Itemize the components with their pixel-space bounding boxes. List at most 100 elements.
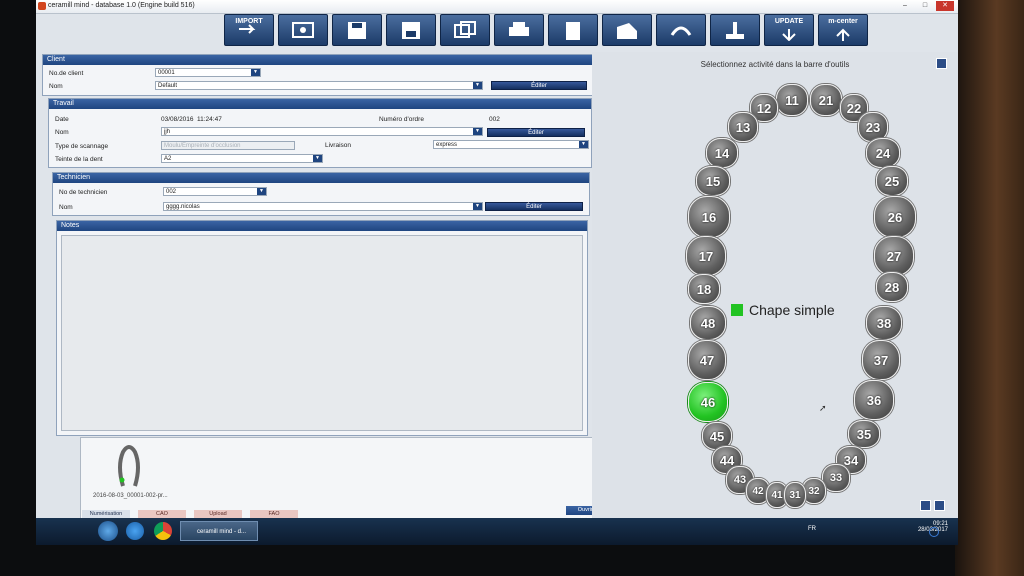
technician-name-value: gggg.nicolas [166, 204, 200, 210]
tab-numerisation[interactable]: Numérisation [82, 510, 130, 518]
tooth-14[interactable]: 14 [706, 138, 738, 168]
scan-photo-button[interactable] [278, 14, 328, 46]
document-icon [566, 22, 580, 40]
chevron-down-icon: ▼ [473, 203, 482, 210]
scan-type-label: Type de scannage [55, 143, 109, 150]
monitor-bezel [955, 0, 1024, 576]
chevron-down-icon: ▼ [473, 82, 482, 89]
tooth-31[interactable]: 31 [784, 482, 806, 508]
document-button[interactable] [548, 14, 598, 46]
internet-explorer-icon[interactable] [126, 522, 144, 540]
window-title: ceramill mind - database 1.0 (Engine bui… [48, 2, 195, 9]
start-button[interactable] [98, 521, 118, 541]
tooth-37[interactable]: 37 [862, 340, 900, 380]
delivery-select[interactable]: express ▼ [433, 140, 589, 149]
tooth-47[interactable]: 47 [688, 340, 726, 380]
tooth-28[interactable]: 28 [876, 272, 908, 302]
legend-swatch [731, 304, 743, 316]
notes-panel: Notes [56, 220, 588, 436]
app-screen: ceramill mind - database 1.0 (Engine bui… [36, 0, 958, 545]
save-button[interactable] [332, 14, 382, 46]
tooth-15[interactable]: 15 [696, 166, 730, 196]
work-date-value: 03/08/2016 [161, 116, 194, 123]
notes-textarea[interactable] [61, 235, 583, 431]
tooth-48[interactable]: 48 [690, 306, 726, 340]
tooth-27[interactable]: 27 [874, 236, 914, 276]
tab-cao[interactable]: CAO [138, 510, 186, 518]
tab-upload[interactable]: Upload [194, 510, 242, 518]
order-number-label: Numéro d'ordre [379, 116, 424, 123]
client-name-label: Nom [49, 83, 63, 90]
delivery-value: express [436, 142, 458, 148]
technician-edit-button[interactable]: Éditer [485, 202, 583, 211]
power-indicator-icon [929, 527, 939, 537]
maximize-button[interactable]: □ [916, 1, 934, 11]
client-edit-button[interactable]: Éditer [491, 81, 587, 90]
technician-name-select[interactable]: gggg.nicolas ▼ [163, 202, 483, 211]
tooth-16[interactable]: 16 [688, 196, 730, 238]
tooth-26[interactable]: 26 [874, 196, 916, 238]
language-indicator[interactable]: FR [808, 526, 816, 532]
minimize-button[interactable]: – [896, 1, 914, 11]
chevron-down-icon: ▼ [257, 188, 266, 195]
legend-label: Chape simple [749, 302, 835, 318]
title-bar: ceramill mind - database 1.0 (Engine bui… [36, 0, 958, 14]
technician-name-label: Nom [59, 204, 73, 211]
tooth-21[interactable]: 21 [810, 84, 842, 116]
window-controls: – □ ✕ [896, 1, 954, 11]
tooth-18[interactable]: 18 [688, 274, 720, 304]
thumbnail-caption: 2016-08-03_00001-002-pr... [93, 493, 168, 499]
taskbar-app-ceramill[interactable]: ceramill mind - d... [180, 521, 258, 541]
client-name-select[interactable]: Default ▼ [155, 81, 483, 90]
save-as-button[interactable] [386, 14, 436, 46]
transfer-button[interactable] [710, 14, 760, 46]
settings-icon[interactable] [934, 500, 945, 511]
printer-icon [509, 22, 529, 36]
tooth-25[interactable]: 25 [876, 166, 908, 196]
chevron-down-icon: ▼ [473, 128, 482, 135]
scan-thumbnail-panel: 2016-08-03_00001-002-pr... Ouvrir dans l… [80, 437, 625, 522]
view-toggle-icon[interactable] [920, 500, 931, 511]
tooth-36[interactable]: 36 [854, 380, 894, 420]
tooth-35[interactable]: 35 [848, 420, 880, 448]
chevron-down-icon: ▼ [251, 69, 260, 76]
scan-photo-icon [292, 22, 314, 38]
tooth-33[interactable]: 33 [822, 464, 850, 492]
machine-button[interactable] [602, 14, 652, 46]
m-center-button[interactable]: m-center [818, 14, 868, 46]
shade-select[interactable]: A2 ▼ [161, 154, 323, 163]
import-arrow-icon [239, 24, 256, 34]
tooth-38[interactable]: 38 [866, 306, 902, 340]
tooth-24[interactable]: 24 [866, 138, 900, 168]
technician-number-label: No de technicien [59, 189, 108, 196]
arch-thumbnail-icon[interactable] [115, 444, 143, 490]
machine-icon [617, 23, 637, 39]
work-panel: Travail Date 03/08/2016 11:24:47 Numéro … [48, 98, 592, 168]
client-number-select[interactable]: 00001 ▼ [155, 68, 261, 77]
work-header: Travail [49, 99, 591, 109]
expand-icon[interactable] [936, 58, 947, 69]
teeth-button[interactable] [656, 14, 706, 46]
technician-number-select[interactable]: 002 ▼ [163, 187, 267, 196]
shade-label: Teinte de la dent [55, 156, 103, 163]
import-button[interactable]: IMPORT [224, 14, 274, 46]
work-edit-button[interactable]: Éditer [487, 128, 585, 137]
multi-image-button[interactable] [440, 14, 490, 46]
tooth-11[interactable]: 11 [776, 84, 808, 116]
work-name-select[interactable]: jjh ▼ [161, 127, 483, 136]
technician-number-value: 002 [166, 189, 177, 195]
chrome-icon[interactable] [154, 522, 172, 540]
tooth-17[interactable]: 17 [686, 236, 726, 276]
technician-header: Technicien [53, 173, 589, 183]
tooth-13[interactable]: 13 [728, 112, 758, 142]
main-toolbar: IMPORT UPDATE m-center [224, 14, 868, 46]
close-button[interactable]: ✕ [936, 1, 954, 11]
windows-taskbar: ceramill mind - d... FR 09:21 28/03/2017 [36, 518, 958, 545]
tab-fao[interactable]: FAO [250, 510, 298, 518]
update-button[interactable]: UPDATE [764, 14, 814, 46]
print-button[interactable] [494, 14, 544, 46]
client-number-value: 00001 [158, 70, 175, 76]
chevron-down-icon: ▼ [313, 155, 322, 162]
save-disk-icon [348, 22, 366, 39]
tooth-46-selected[interactable]: 46 [688, 382, 728, 422]
